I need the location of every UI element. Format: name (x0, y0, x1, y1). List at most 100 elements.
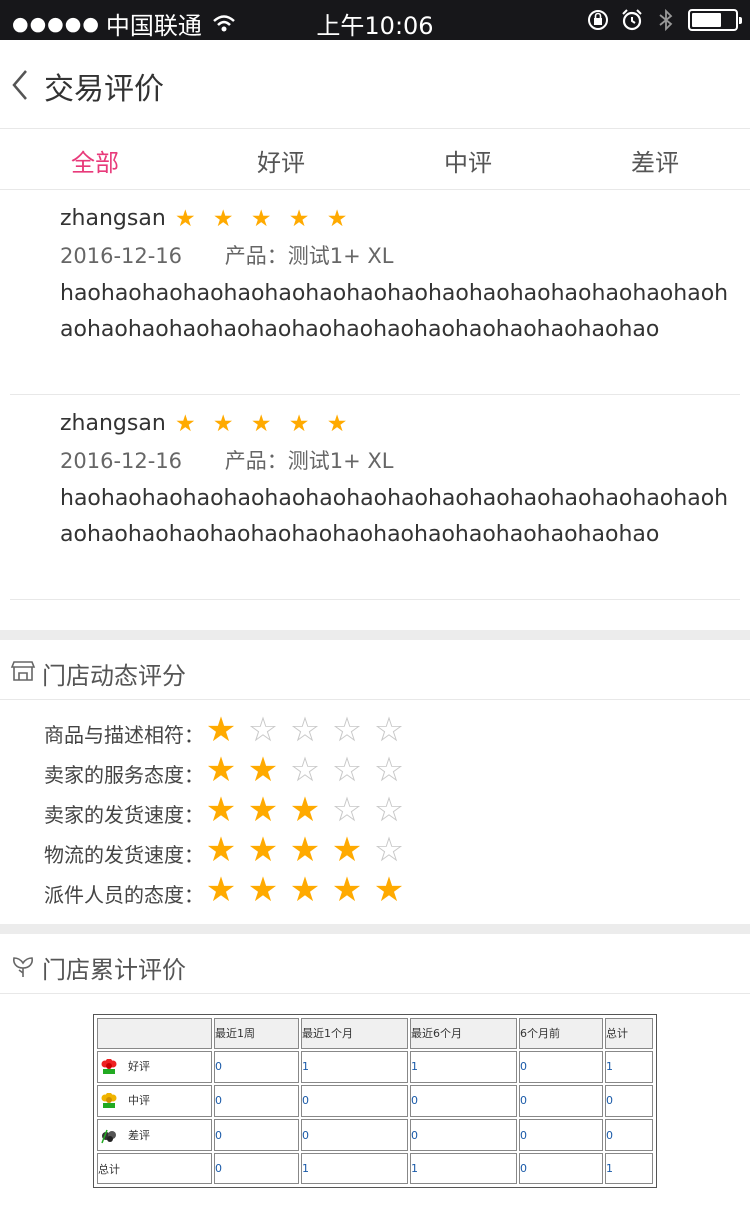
row-label-total: 总计 (97, 1153, 212, 1184)
rating-label: 物流的发货速度： (44, 843, 204, 867)
store-rating-header: 门店动态评分 (0, 640, 750, 700)
table-header-cell: 最近6个月 (410, 1018, 517, 1049)
table-cell: 0 (214, 1153, 299, 1184)
tab-neutral[interactable]: 中评 (408, 143, 528, 178)
review-meta: 2016-12-16 产品：测试1+ XL (60, 240, 393, 270)
yellow-flower-icon (101, 1093, 117, 1109)
table-cell: 0 (605, 1084, 653, 1118)
rating-label: 商品与描述相符： (44, 723, 204, 747)
table-row: 差评 0 0 0 0 0 (97, 1119, 653, 1152)
reviewer-name: zhangsan (60, 411, 166, 436)
star-filled-icon: ★ (205, 750, 237, 790)
table-cell: 1 (301, 1153, 408, 1184)
table-cell: 0 (519, 1153, 603, 1184)
review-date: 2016-12-16 (60, 449, 183, 473)
review-meta: 2016-12-16 产品：测试1+ XL (60, 445, 393, 475)
section-divider (0, 924, 750, 934)
rating-stars: ★ ★ ☆ ☆ ☆ (200, 750, 410, 790)
star-empty-icon: ☆ (289, 710, 321, 750)
tab-positive[interactable]: 好评 (221, 143, 341, 178)
rotation-lock-icon (588, 10, 608, 30)
table-cell: 1 (605, 1050, 653, 1083)
rating-stars: ★ ★ ★ ☆ ☆ (200, 790, 410, 830)
rating-label: 派件人员的态度： (44, 883, 204, 907)
page-title: 交易评价 (44, 72, 164, 107)
table-header-cell (97, 1018, 212, 1049)
star-empty-icon: ☆ (331, 710, 363, 750)
star-filled-icon: ★ (289, 870, 321, 910)
table-row: 总计 0 1 1 0 1 (97, 1153, 653, 1184)
table-cell: 0 (519, 1050, 603, 1083)
star-empty-icon: ☆ (373, 750, 405, 790)
table-header-cell: 最近1个月 (301, 1018, 408, 1049)
table-cell: 0 (519, 1084, 603, 1118)
store-icon (10, 661, 36, 681)
alarm-icon (622, 9, 642, 31)
star-empty-icon: ☆ (373, 830, 405, 870)
cumulative-stats-table: 最近1周 最近1个月 最近6个月 6个月前 总计 好评 0 1 1 0 1 中评… (93, 1014, 657, 1188)
table-cell: 0 (301, 1119, 408, 1152)
review-filter-tabs: 全部 好评 中评 差评 (0, 129, 750, 190)
review-item: zhangsan ★ ★ ★ ★ ★ 2016-12-16 产品：测试1+ XL… (10, 190, 740, 395)
table-cell: 0 (214, 1050, 299, 1083)
table-cell: 0 (214, 1084, 299, 1118)
star-filled-icon: ★ (289, 830, 321, 870)
star-filled-icon: ★ (247, 790, 279, 830)
table-header-row: 最近1周 最近1个月 最近6个月 6个月前 总计 (97, 1018, 653, 1049)
table-cell: 1 (410, 1153, 517, 1184)
star-filled-icon: ★ (373, 870, 405, 910)
star-filled-icon: ★ (331, 870, 363, 910)
store-rating-title: 门店动态评分 (42, 662, 186, 690)
star-empty-icon: ☆ (373, 790, 405, 830)
review-product: 产品：测试1+ XL (224, 449, 394, 473)
tab-negative[interactable]: 差评 (595, 143, 715, 178)
star-filled-icon: ★ (205, 790, 237, 830)
table-row: 中评 0 0 0 0 0 (97, 1084, 653, 1118)
rating-stars: ★ ★ ★ ★ ☆ (200, 830, 410, 870)
rating-stars: ★ ★ ★ ★ ★ (200, 870, 410, 910)
table-header-cell: 总计 (605, 1018, 653, 1049)
table-header-cell: 最近1周 (214, 1018, 299, 1049)
store-cumulative-header: 门店累计评价 (0, 934, 750, 994)
star-filled-icon: ★ (205, 870, 237, 910)
table-header-cell: 6个月前 (519, 1018, 603, 1049)
flower-outline-icon (13, 957, 33, 977)
star-filled-icon: ★ (205, 830, 237, 870)
table-cell: 1 (605, 1153, 653, 1184)
store-cumulative-title: 门店累计评价 (42, 956, 186, 984)
star-filled-icon: ★ (247, 870, 279, 910)
star-filled-icon: ★ (289, 790, 321, 830)
review-content: haohaohaohaohaohaohaohaohaohaohaohaohaoh… (60, 486, 729, 547)
tab-all[interactable]: 全部 (35, 143, 155, 178)
star-empty-icon: ☆ (247, 710, 279, 750)
review-product: 产品：测试1+ XL (224, 244, 394, 268)
row-label-neutral: 中评 (97, 1084, 212, 1118)
dark-flower-icon (101, 1129, 116, 1144)
star-filled-icon: ★ (205, 710, 237, 750)
bluetooth-icon (659, 8, 673, 32)
rating-label: 卖家的发货速度： (44, 803, 204, 827)
review-stars: ★ ★ ★ ★ ★ (175, 411, 353, 437)
review-stars: ★ ★ ★ ★ ★ (175, 206, 353, 232)
row-label-positive: 好评 (97, 1050, 212, 1083)
table-cell: 1 (410, 1050, 517, 1083)
back-arrow-icon[interactable] (8, 67, 32, 103)
star-filled-icon: ★ (331, 830, 363, 870)
star-empty-icon: ☆ (289, 750, 321, 790)
reviewer-name: zhangsan (60, 206, 166, 231)
star-empty-icon: ☆ (331, 750, 363, 790)
star-empty-icon: ☆ (373, 710, 405, 750)
table-row: 好评 0 1 1 0 1 (97, 1050, 653, 1083)
table-cell: 0 (214, 1119, 299, 1152)
star-filled-icon: ★ (247, 830, 279, 870)
table-cell: 0 (410, 1119, 517, 1152)
table-cell: 1 (301, 1050, 408, 1083)
star-empty-icon: ☆ (331, 790, 363, 830)
rating-stars: ★ ☆ ☆ ☆ ☆ (200, 710, 410, 750)
review-date: 2016-12-16 (60, 244, 183, 268)
battery-icon (688, 9, 742, 31)
table-cell: 0 (519, 1119, 603, 1152)
status-bar: ●●●●● 中国联通 上午10:06 (0, 0, 750, 40)
table-cell: 0 (605, 1119, 653, 1152)
row-label-negative: 差评 (97, 1119, 212, 1152)
